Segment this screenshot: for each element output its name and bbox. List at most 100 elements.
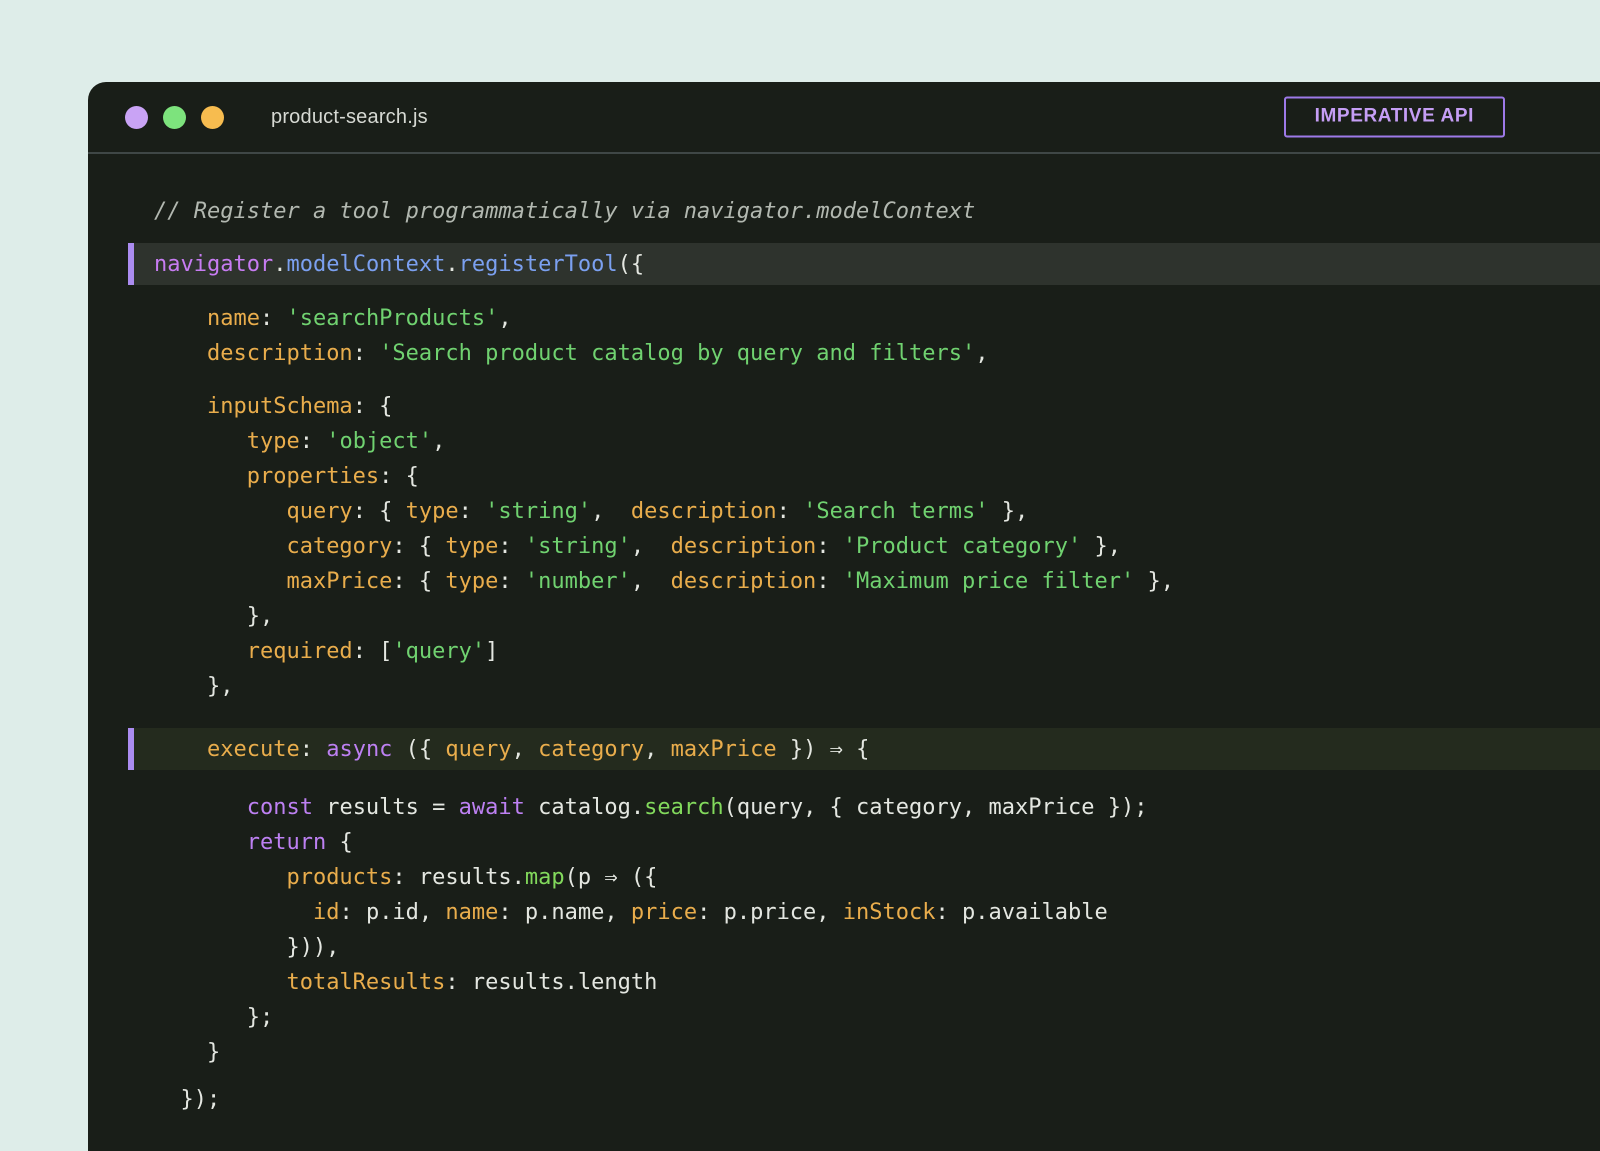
code-token-key: inStock <box>843 900 936 925</box>
code-area: // Register a tool programmatically via … <box>88 154 1600 1117</box>
traffic-lights <box>125 106 224 129</box>
code-token-plain: ({ <box>618 252 645 277</box>
code-token-key: type <box>445 569 498 594</box>
code-line: query: { type: 'string', description: 'S… <box>88 494 1600 529</box>
code-token-plain: : results. <box>392 865 524 890</box>
code-line: id: p.id, name: p.name, price: p.price, … <box>88 895 1600 930</box>
code-token-plain <box>154 429 247 454</box>
code-line: const results = await catalog.search(que… <box>88 790 1600 825</box>
code-token-str: 'query' <box>392 639 485 664</box>
code-line: }; <box>88 1000 1600 1035</box>
code-token-plain: , <box>432 429 445 454</box>
code-token-kw: await <box>459 795 525 820</box>
code-token-plain: }); <box>154 1087 220 1112</box>
code-token-fn: map <box>525 865 565 890</box>
code-line: properties: { <box>88 459 1600 494</box>
code-token-plain: : <box>816 534 843 559</box>
code-line: }, <box>88 669 1600 704</box>
code-token-comment: // Register a tool programmatically via … <box>154 199 975 224</box>
code-token-plain: results = <box>313 795 459 820</box>
code-token-plain <box>154 639 247 664</box>
code-token-key: name <box>445 900 498 925</box>
code-token-key: type <box>445 534 498 559</box>
code-token-plain <box>154 394 207 419</box>
code-token-plain: : { <box>353 394 393 419</box>
code-token-plain: : { <box>392 534 445 559</box>
code-token-key: description <box>631 499 777 524</box>
code-token-plain: : <box>816 569 843 594</box>
code-token-plain: : <box>353 341 380 366</box>
code-token-plain: } <box>154 1040 220 1065</box>
code-token-plain: . <box>445 252 458 277</box>
code-token-plain: }) ⇒ { <box>777 737 870 762</box>
code-token-key: description <box>671 569 817 594</box>
code-token-plain: : <box>459 499 486 524</box>
code-token-plain: : <box>777 499 804 524</box>
code-token-plain: : <box>300 429 327 454</box>
code-token-plain: catalog. <box>525 795 644 820</box>
code-token-plain: : { <box>353 499 406 524</box>
code-line: }); <box>88 1082 1600 1117</box>
code-token-plain: }, <box>989 499 1029 524</box>
code-token-plain: , <box>644 737 671 762</box>
code-token-kw: return <box>247 830 326 855</box>
imperative-api-badge: IMPERATIVE API <box>1284 97 1505 138</box>
code-token-plain <box>154 737 207 762</box>
code-token-plain <box>154 830 247 855</box>
code-token-plain: }, <box>1081 534 1121 559</box>
code-token-plain <box>154 795 247 820</box>
code-token-plain: , <box>631 569 671 594</box>
code-token-plain: , <box>512 737 539 762</box>
code-token-plain <box>154 499 286 524</box>
code-token-str: 'Maximum price filter' <box>843 569 1134 594</box>
code-token-key: id <box>313 900 340 925</box>
code-token-key: inputSchema <box>207 394 353 419</box>
code-token-plain: , <box>498 306 511 331</box>
code-token-key: maxPrice <box>286 569 392 594</box>
window-maximize-icon[interactable] <box>201 106 224 129</box>
code-token-plain <box>154 970 286 995</box>
title-bar: product-search.js IMPERATIVE API <box>88 82 1600 154</box>
code-token-str: 'Product category' <box>843 534 1081 559</box>
code-line: })), <box>88 930 1600 965</box>
code-token-key: query <box>286 499 352 524</box>
window-title: product-search.js <box>271 106 428 129</box>
code-token-str: 'Search terms' <box>803 499 988 524</box>
code-token-plain <box>154 569 286 594</box>
code-token-key: products <box>286 865 392 890</box>
code-token-key: category <box>286 534 392 559</box>
code-token-plain: ] <box>485 639 498 664</box>
code-token-key: execute <box>207 737 300 762</box>
code-token-plain <box>154 900 313 925</box>
code-token-plain <box>154 341 207 366</box>
code-token-plain: . <box>273 252 286 277</box>
code-token-blue: registerTool <box>459 252 618 277</box>
code-token-key: name <box>207 306 260 331</box>
code-token-plain <box>154 306 207 331</box>
code-token-str: 'Search product catalog by query and fil… <box>379 341 975 366</box>
code-token-plain: : p.price, <box>697 900 843 925</box>
code-token-plain: : <box>300 737 327 762</box>
code-token-str: 'string' <box>525 534 631 559</box>
code-token-str: 'object' <box>326 429 432 454</box>
code-token-nav: navigator <box>154 252 273 277</box>
code-token-str: 'number' <box>525 569 631 594</box>
window-minimize-icon[interactable] <box>163 106 186 129</box>
code-token-plain: }, <box>1134 569 1174 594</box>
code-line: inputSchema: { <box>88 389 1600 424</box>
code-token-plain <box>154 865 286 890</box>
code-token-plain: : { <box>379 464 419 489</box>
code-line: category: { type: 'string', description:… <box>88 529 1600 564</box>
code-token-plain: , <box>631 534 671 559</box>
code-token-key: type <box>406 499 459 524</box>
code-line: maxPrice: { type: 'number', description:… <box>88 564 1600 599</box>
code-token-str: 'string' <box>485 499 591 524</box>
code-token-plain: ({ <box>392 737 445 762</box>
window-close-icon[interactable] <box>125 106 148 129</box>
code-line: // Register a tool programmatically via … <box>88 194 1600 229</box>
code-line: return { <box>88 825 1600 860</box>
code-line: totalResults: results.length <box>88 965 1600 1000</box>
code-token-plain <box>154 464 247 489</box>
code-token-str: 'searchProducts' <box>286 306 498 331</box>
code-line: description: 'Search product catalog by … <box>88 336 1600 371</box>
